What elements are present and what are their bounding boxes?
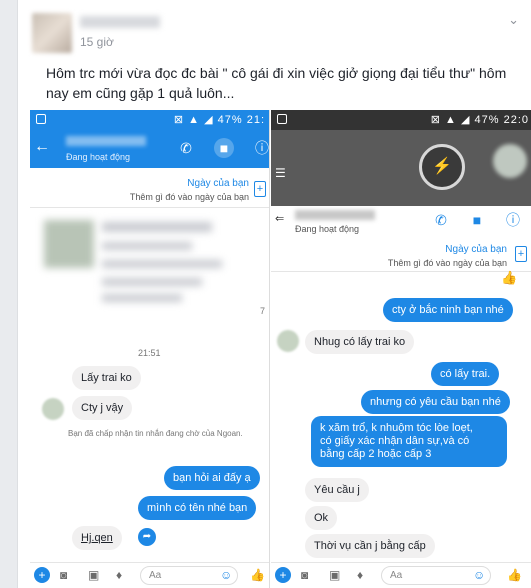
video-call-icon[interactable]: ■ <box>214 138 234 158</box>
message-incoming: Yêu cầu j <box>305 478 369 502</box>
facebook-post-card: 15 giờ ⌄ Hôm trc mới vừa đọc đc bài " cô… <box>17 0 531 588</box>
chat-timestamp: 21:51 <box>138 348 161 358</box>
accepted-request-note: Bạn đã chấp nhận tin nhắn đang chờ của N… <box>68 429 243 438</box>
chevron-down-icon[interactable]: ⌄ <box>508 12 519 28</box>
add-story-icon[interactable]: + <box>515 246 527 262</box>
menu-icon[interactable]: ☰ <box>275 166 286 180</box>
your-day-subtitle: Thêm gì đó vào ngày của bạn <box>387 258 507 268</box>
share-icon[interactable]: ➦ <box>138 528 156 546</box>
emoji-icon[interactable]: ☺ <box>220 568 232 582</box>
status-bar: ⊠ ▲ ◢ 47% 21: <box>30 110 269 130</box>
phone-icon[interactable]: ✆ <box>176 138 196 158</box>
active-status: Đang hoạt động <box>295 224 360 234</box>
profile-info-blurred <box>102 222 212 232</box>
clock: 22:0 <box>503 114 529 126</box>
profile-info-blurred <box>102 278 202 286</box>
like-icon[interactable]: 👍 <box>507 568 522 582</box>
message-outgoing: cty ở bắc ninh bạn nhé <box>383 298 513 322</box>
composer-bar: + ◙ ▣ ♦ Aa ☺ 👍 <box>30 562 269 588</box>
camera-icon[interactable]: ◙ <box>301 568 308 582</box>
image-icon[interactable]: ▣ <box>329 568 340 582</box>
profile-info-blurred <box>102 294 182 302</box>
profile-photo-blurred <box>44 220 94 268</box>
message-outgoing: có lấy trai. <box>431 362 500 386</box>
contact-name-blurred <box>295 210 375 220</box>
back-arrow-icon[interactable]: ← <box>34 138 50 156</box>
add-story-icon[interactable]: + <box>254 181 266 197</box>
status-bar: ⊠ ▲ ◢ 47% 22:0 <box>271 110 531 130</box>
post-time[interactable]: 15 giờ <box>80 35 114 49</box>
like-icon: 👍 <box>501 270 518 285</box>
contact-avatar[interactable] <box>277 330 299 352</box>
page-number: 7 <box>259 306 265 316</box>
contact-avatar[interactable] <box>42 398 64 420</box>
back-arrow-icon[interactable]: ⇐ <box>275 212 284 225</box>
message-outgoing: mình có tên nhé bạn <box>138 496 257 520</box>
notification-icon <box>36 114 46 124</box>
signal-icon: ⊠ ▲ ◢ <box>173 114 218 126</box>
microphone-icon[interactable]: ♦ <box>116 568 122 582</box>
post-text: Hôm trc mới vừa đọc đc bài " cô gái đi x… <box>46 65 507 101</box>
message-incoming: Cty j vậy <box>72 396 133 420</box>
profile-info-blurred <box>102 260 222 268</box>
plus-icon[interactable]: + <box>275 567 291 583</box>
your-day-subtitle: Thêm gì đó vào ngày của bạn <box>129 192 249 202</box>
notification-icon <box>277 114 287 124</box>
microphone-icon[interactable]: ♦ <box>357 568 363 582</box>
author-avatar[interactable] <box>32 13 72 53</box>
chat-header: ← Đang hoạt động ✆ ■ ⓘ <box>30 130 269 168</box>
video-call-icon[interactable]: ■ <box>467 210 487 230</box>
your-day-box[interactable]: Ngày của bạn Thêm gì đó vào ngày của bạn… <box>30 168 269 208</box>
message-outgoing: nhưng có yêu cầu bạn nhé <box>361 390 510 414</box>
message-incoming: Hj.qen <box>72 526 122 550</box>
battery-level: 47% <box>217 114 243 126</box>
screenshot-left[interactable]: ⊠ ▲ ◢ 47% 21: ← Đang hoạt động ✆ ■ ⓘ Ngà… <box>30 110 270 588</box>
battery-level: 47% <box>474 114 500 126</box>
like-icon[interactable]: 👍 <box>250 568 265 582</box>
info-icon[interactable]: ⓘ <box>503 210 523 230</box>
your-day-title: Ngày của bạn <box>187 178 249 189</box>
message-incoming: Thời vụ cần j bằng cấp <box>305 534 435 558</box>
image-icon[interactable]: ▣ <box>88 568 99 582</box>
composer-bar: + ◙ ▣ ♦ Aa ☺ 👍 <box>271 562 531 588</box>
phone-icon[interactable]: ✆ <box>431 210 451 230</box>
active-status: Đang hoạt động <box>66 152 131 162</box>
emoji-icon[interactable]: ☺ <box>473 568 485 582</box>
message-incoming: Ok <box>305 506 338 530</box>
plus-icon[interactable]: + <box>34 567 50 583</box>
message-outgoing: k xăm trổ, k nhuộm tóc lòe loẹt, có giấy… <box>311 416 507 467</box>
your-day-title: Ngày của bạn <box>445 244 507 255</box>
screenshot-right[interactable]: ⊠ ▲ ◢ 47% 22:0 ☰ ⚡ ⇐ Đang hoạt động ✆ ■ … <box>271 110 531 588</box>
contact-name-blurred <box>66 136 146 146</box>
contact-chathead-avatar[interactable] <box>493 144 527 178</box>
your-day-box[interactable]: Ngày của bạn Thêm gì đó vào ngày của bạn… <box>271 236 531 272</box>
profile-info-blurred <box>102 242 192 250</box>
message-outgoing: bạn hỏi ai đấy ạ <box>164 466 260 490</box>
camera-icon[interactable]: ◙ <box>60 568 67 582</box>
author-name-blurred[interactable] <box>80 16 160 28</box>
chat-header-overlay: ☰ ⚡ <box>271 130 531 206</box>
message-incoming: Lấy trai ko <box>72 366 141 390</box>
signal-icon: ⊠ ▲ ◢ <box>430 114 475 126</box>
messenger-chathead-icon[interactable]: ⚡ <box>419 144 465 190</box>
clock: 21: <box>246 114 265 126</box>
info-icon[interactable]: ⓘ <box>252 138 269 158</box>
chat-header: ⇐ Đang hoạt động ✆ ■ ⓘ <box>271 206 531 236</box>
message-incoming: Nhug có lấy trai ko <box>305 330 415 354</box>
